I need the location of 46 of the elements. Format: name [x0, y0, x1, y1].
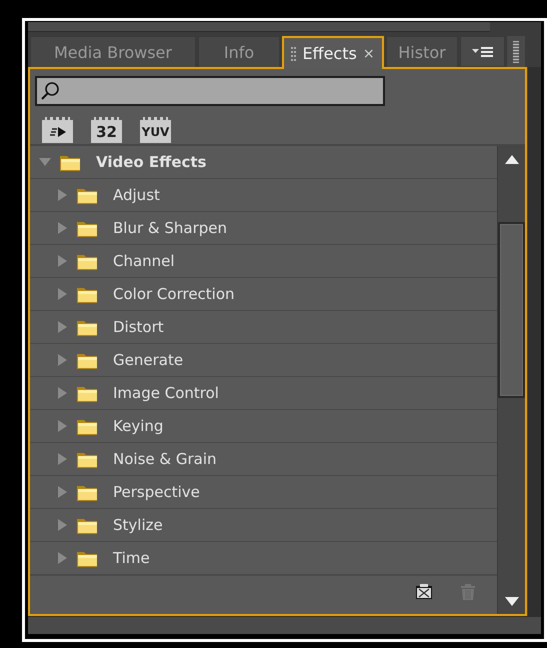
folder-label[interactable]: Time	[113, 549, 150, 567]
disclosure-triangle-icon[interactable]	[56, 321, 68, 333]
disclosure-triangle-icon[interactable]	[56, 189, 68, 201]
disclosure-triangle-icon[interactable]	[56, 255, 68, 267]
close-button[interactable]: ×	[362, 46, 375, 62]
filter-button[interactable]: 32	[91, 117, 122, 143]
tab[interactable]: Info	[198, 36, 280, 67]
folder-label[interactable]: Video Effects	[96, 153, 206, 171]
disclosure-triangle-icon[interactable]	[39, 156, 51, 168]
folder-label[interactable]: Blur & Sharpen	[113, 219, 228, 237]
disclosure-triangle-icon[interactable]	[56, 288, 68, 300]
folder-label[interactable]: Generate	[113, 351, 184, 369]
folder-label[interactable]: Noise & Grain	[113, 450, 216, 468]
menu-icon	[472, 46, 493, 58]
folder-label[interactable]: Image Control	[113, 384, 219, 402]
disclosure-triangle-icon[interactable]	[56, 387, 68, 399]
folder-label[interactable]: Perspective	[113, 483, 200, 501]
folder-label[interactable]: Adjust	[113, 186, 160, 204]
folder-label[interactable]: Channel	[113, 252, 175, 270]
folder-label[interactable]: Color Correction	[113, 285, 235, 303]
scroll-thumb[interactable]	[498, 222, 525, 398]
disclosure-triangle-icon[interactable]	[56, 222, 68, 234]
grip-icon	[291, 46, 296, 60]
filter-button[interactable]: YUV	[140, 117, 171, 143]
trash-icon	[459, 583, 477, 601]
panel-menu-button[interactable]	[460, 36, 505, 67]
search-field[interactable]	[35, 76, 385, 106]
tab[interactable]: Media Browser	[30, 36, 196, 67]
grip-icon[interactable]	[513, 40, 519, 62]
scrollbar[interactable]	[497, 146, 525, 614]
folder-label[interactable]: Stylize	[113, 516, 163, 534]
disclosure-triangle-icon[interactable]	[56, 519, 68, 531]
disclosure-triangle-icon[interactable]	[56, 354, 68, 366]
search-icon	[41, 82, 59, 100]
disclosure-triangle-icon[interactable]	[56, 486, 68, 498]
tab[interactable]: Effects ×	[282, 36, 384, 69]
folder-label[interactable]: Distort	[113, 318, 164, 336]
accelerated-effects-button[interactable]	[42, 117, 73, 143]
down-arrow-icon	[504, 596, 518, 606]
play-icon	[48, 126, 66, 138]
up-arrow-icon	[504, 154, 518, 164]
disclosure-triangle-icon[interactable]	[56, 453, 68, 465]
tab[interactable]: Histor	[386, 36, 458, 67]
disclosure-triangle-icon[interactable]	[56, 552, 68, 564]
disclosure-triangle-icon[interactable]	[56, 420, 68, 432]
folder-label[interactable]: Keying	[113, 417, 164, 435]
